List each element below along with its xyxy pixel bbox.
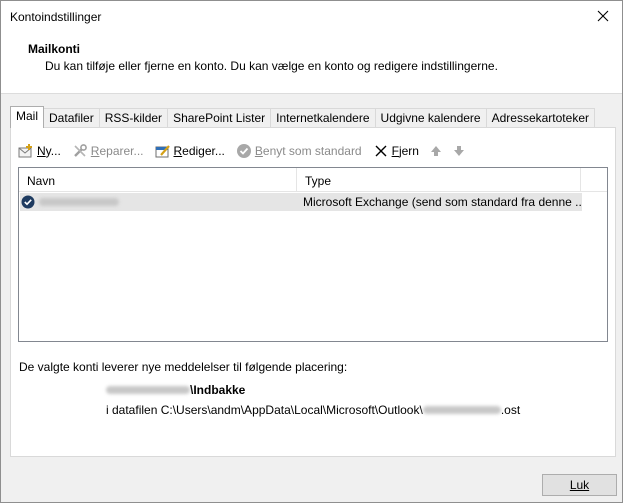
remove-accel-key: F xyxy=(391,144,399,158)
default-label: enyt som standard xyxy=(262,144,362,158)
tab-adressekartoteker[interactable]: Adressekartoteker xyxy=(486,108,595,128)
column-header-type[interactable]: Type xyxy=(297,168,581,192)
close-icon xyxy=(597,10,609,22)
tab-datafiler[interactable]: Datafiler xyxy=(44,108,100,128)
datafile-path: i datafilen C:\Users\andm\AppData\Local\… xyxy=(106,403,423,417)
tab-rss-kilder[interactable]: RSS-kilder xyxy=(99,108,169,128)
edit-account-icon xyxy=(155,145,170,158)
move-down-button[interactable] xyxy=(453,141,468,161)
header-title: Mailkonti xyxy=(28,42,81,56)
delivery-location-label: De valgte konti leverer nye meddelelser … xyxy=(19,360,348,374)
redacted-account-name xyxy=(39,198,119,206)
inbox-folder: \Indbakke xyxy=(190,383,246,397)
new-accel-key: N xyxy=(37,144,46,158)
remove-x-icon xyxy=(375,145,387,157)
tab-mail[interactable]: Mail xyxy=(10,106,45,128)
new-account-button[interactable]: Ny... xyxy=(18,141,61,161)
account-settings-dialog: Kontoindstillinger Mailkonti Du kan tilf… xyxy=(0,0,623,503)
tab-strip: Mail Datafiler RSS-kilder SharePoint Lis… xyxy=(10,106,595,128)
title-bar: Kontoindstillinger xyxy=(1,1,622,32)
table-row[interactable]: Microsoft Exchange (send som standard fr… xyxy=(20,193,582,211)
account-type-cell: Microsoft Exchange (send som standard fr… xyxy=(303,195,582,209)
new-label: y... xyxy=(45,144,61,158)
column-header-navn[interactable]: Navn xyxy=(19,168,297,192)
set-default-button[interactable]: Benyt som standard xyxy=(236,141,362,161)
remove-label: jern xyxy=(398,144,419,158)
datafile-extension: .ost xyxy=(500,403,521,417)
account-toolbar: Ny... Reparer... Rediger... Benyt som st… xyxy=(18,141,479,161)
delivery-inbox: \Indbakke xyxy=(106,383,245,397)
default-accel-key: B xyxy=(254,144,263,158)
close-label: Luk xyxy=(569,478,590,492)
arrow-up-icon xyxy=(430,146,441,156)
list-header: Navn Type xyxy=(19,168,607,192)
window-title: Kontoindstillinger xyxy=(10,10,102,24)
account-list[interactable]: Navn Type Microsoft Exchange (send som s… xyxy=(18,167,608,342)
edit-account-button[interactable]: Rediger... xyxy=(155,141,225,161)
delivery-datafile: i datafilen C:\Users\andm\AppData\Local\… xyxy=(106,403,520,417)
close-window-button[interactable] xyxy=(588,2,618,30)
edit-label: ediger... xyxy=(182,144,225,158)
move-up-button[interactable] xyxy=(430,141,445,161)
repair-tools-icon xyxy=(73,144,87,157)
mail-tab-panel: Ny... Reparer... Rediger... Benyt som st… xyxy=(10,127,616,457)
new-mail-icon xyxy=(18,144,32,158)
edit-accel-key: R xyxy=(173,144,183,158)
account-name-cell xyxy=(20,195,297,209)
tab-sharepoint-lister[interactable]: SharePoint Lister xyxy=(168,108,272,128)
redacted-datafile-name xyxy=(422,406,501,414)
default-account-check-icon xyxy=(21,195,35,209)
redacted-mailbox-name xyxy=(106,386,190,394)
close-button[interactable]: Luk xyxy=(542,474,617,496)
remove-account-button[interactable]: Fjern xyxy=(373,141,419,161)
dialog-header: Mailkonti Du kan tilføje eller fjerne en… xyxy=(1,32,622,94)
arrow-down-icon xyxy=(453,146,464,156)
header-description: Du kan tilføje eller fjerne en konto. Du… xyxy=(45,59,498,73)
checkmark-circle-icon xyxy=(236,144,251,158)
repair-label: eparer... xyxy=(99,144,144,158)
tab-udgivne-kalendere[interactable]: Udgivne kalendere xyxy=(375,108,487,128)
repair-button[interactable]: Reparer... xyxy=(72,141,144,161)
tab-internetkalendere[interactable]: Internetkalendere xyxy=(271,108,376,128)
